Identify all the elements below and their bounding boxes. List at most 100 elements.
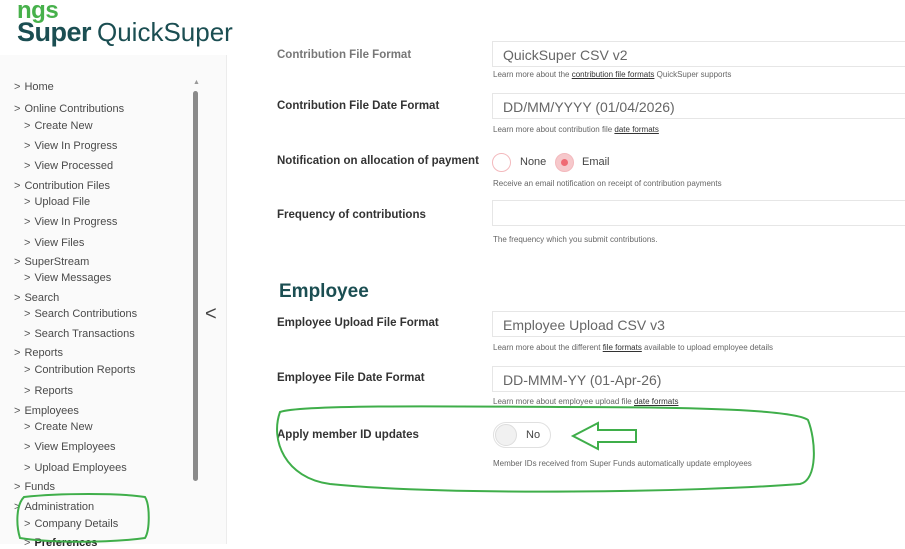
- contribution-file-formats-link[interactable]: contribution file formats: [572, 70, 655, 79]
- sidebar-item-label: Upload File: [34, 196, 91, 208]
- sidebar-item-online-view-processed[interactable]: > View Processed: [24, 160, 113, 172]
- sidebar-item-superstream[interactable]: > SuperStream: [14, 256, 89, 268]
- sidebar-item-employees[interactable]: > Employees: [14, 405, 79, 417]
- scroll-up-icon[interactable]: ▲: [193, 79, 200, 86]
- notification-email-radio[interactable]: [555, 153, 574, 172]
- chevron-right-icon: >: [24, 160, 31, 172]
- chevron-right-icon: >: [24, 237, 31, 249]
- sidebar-item-view-employees[interactable]: > View Employees: [24, 441, 116, 453]
- sidebar-item-upload-employees[interactable]: > Upload Employees: [24, 462, 127, 474]
- sidebar: > Home > Online Contributions > Create New > Vi…: [0, 55, 227, 549]
- chevron-right-icon: >: [14, 347, 21, 359]
- sidebar-item-label: Administration: [24, 501, 95, 513]
- sidebar-item-label: View Employees: [34, 441, 116, 453]
- chevron-right-icon: >: [14, 501, 21, 513]
- sidebar-item-label: Search: [24, 292, 60, 304]
- scrollbar-thumb[interactable]: [193, 91, 198, 481]
- collapse-sidebar-button[interactable]: <: [205, 303, 217, 326]
- chevron-right-icon: >: [24, 140, 31, 152]
- chevron-right-icon: >: [24, 196, 31, 208]
- chevron-right-icon: >: [24, 308, 31, 320]
- employee-file-formats-link[interactable]: file formats: [603, 343, 642, 352]
- contribution-date-format-label: Contribution File Date Format: [277, 100, 440, 112]
- sidebar-item-label: View Files: [34, 237, 85, 249]
- sidebar-item-label: Search Transactions: [34, 328, 135, 340]
- chevron-right-icon: >: [14, 180, 21, 192]
- file-format-help: Learn more about the contribution file f…: [493, 70, 732, 79]
- sidebar-item-view-files[interactable]: > View Files: [24, 237, 84, 249]
- chevron-right-icon: >: [14, 405, 21, 417]
- sidebar-item-label: Preferences: [34, 537, 98, 549]
- sidebar-item-view-messages[interactable]: > View Messages: [24, 272, 111, 284]
- sidebar-item-label: SuperStream: [24, 256, 90, 268]
- sidebar-item-label: Home: [24, 81, 54, 93]
- chevron-right-icon: >: [24, 216, 31, 228]
- contribution-date-help: Learn more about contribution file date …: [493, 125, 659, 134]
- employee-upload-help: Learn more about the different file form…: [493, 343, 774, 352]
- sidebar-item-label: View In Progress: [34, 140, 118, 152]
- chevron-right-icon: >: [24, 272, 31, 284]
- sidebar-item-label: Employees: [24, 405, 79, 417]
- sidebar-item-label: View Processed: [34, 160, 114, 172]
- logo-super[interactable]: Super: [17, 17, 92, 47]
- sidebar-item-administration[interactable]: > Administration: [14, 501, 94, 513]
- chevron-right-icon: >: [24, 518, 31, 530]
- notification-none-label[interactable]: None: [520, 156, 546, 168]
- sidebar-item-employees-create-new[interactable]: > Create New: [24, 421, 93, 433]
- sidebar-item-label: Reports: [24, 347, 63, 359]
- sidebar-item-files-view-in-progress[interactable]: > View In Progress: [24, 216, 117, 228]
- sidebar-item-online-create-new[interactable]: > Create New: [24, 120, 93, 132]
- sidebar-item-label: Search Contributions: [34, 308, 138, 320]
- sidebar-item-funds[interactable]: > Funds: [14, 481, 55, 493]
- chevron-right-icon: >: [14, 81, 21, 93]
- employee-date-formats-link[interactable]: date formats: [634, 397, 678, 406]
- member-id-updates-label: Apply member ID updates: [277, 429, 419, 441]
- sidebar-item-search-transactions[interactable]: > Search Transactions: [24, 328, 135, 340]
- sidebar-item-search[interactable]: > Search: [14, 292, 59, 304]
- employee-upload-format-select[interactable]: Employee Upload CSV v3: [492, 311, 905, 337]
- chevron-right-icon: >: [14, 103, 21, 115]
- contribution-date-format-select[interactable]: DD/MM/YYYY (01/04/2026): [492, 93, 905, 119]
- chevron-right-icon: >: [14, 292, 21, 304]
- app-name: QuickSuper: [97, 17, 233, 47]
- chevron-right-icon: >: [24, 364, 31, 376]
- sidebar-item-online-view-in-progress[interactable]: > View In Progress: [24, 140, 117, 152]
- sidebar-item-home[interactable]: > Home: [14, 81, 54, 93]
- sidebar-item-contribution-reports[interactable]: > Contribution Reports: [24, 364, 135, 376]
- employee-date-help: Learn more about employee upload file da…: [493, 397, 679, 406]
- sidebar-item-company-details[interactable]: > Company Details: [24, 518, 118, 530]
- employee-upload-format-label: Employee Upload File Format: [277, 317, 439, 329]
- chevron-right-icon: >: [24, 120, 31, 132]
- sidebar-item-preferences[interactable]: > Preferences: [24, 537, 97, 549]
- sidebar-item-label: Create New: [34, 120, 93, 132]
- sidebar-item-label: View In Progress: [34, 216, 118, 228]
- frequency-label: Frequency of contributions: [277, 209, 426, 221]
- frequency-help: The frequency which you submit contribut…: [493, 235, 658, 244]
- sidebar-item-label: Upload Employees: [34, 462, 127, 474]
- frequency-select[interactable]: [492, 200, 905, 226]
- chevron-right-icon: >: [24, 421, 31, 433]
- employee-date-format-select[interactable]: DD-MMM-YY (01-Apr-26): [492, 366, 905, 392]
- notification-none-radio[interactable]: [492, 153, 511, 172]
- contribution-file-format-label: Contribution File Format: [277, 49, 412, 61]
- sidebar-item-contribution-files[interactable]: > Contribution Files: [14, 180, 110, 192]
- chevron-right-icon: >: [24, 537, 31, 549]
- sidebar-item-label: Company Details: [34, 518, 119, 530]
- chevron-right-icon: >: [24, 462, 31, 474]
- preferences-panel: Contribution File Format QuickSuper CSV …: [255, 41, 905, 544]
- sidebar-item-online-contributions[interactable]: > Online Contributions: [14, 103, 124, 115]
- sidebar-item-reports-sub[interactable]: > Reports: [24, 385, 73, 397]
- notification-email-label[interactable]: Email: [582, 156, 610, 168]
- chevron-right-icon: >: [14, 481, 21, 493]
- sidebar-item-search-contributions[interactable]: > Search Contributions: [24, 308, 137, 320]
- contribution-date-formats-link[interactable]: date formats: [614, 125, 658, 134]
- member-id-updates-toggle[interactable]: No: [493, 422, 551, 448]
- contribution-file-format-select[interactable]: QuickSuper CSV v2: [492, 41, 905, 67]
- sidebar-item-reports[interactable]: > Reports: [14, 347, 63, 359]
- chevron-right-icon: >: [24, 385, 31, 397]
- notification-help: Receive an email notification on receipt…: [493, 179, 722, 188]
- sidebar-item-label: View Messages: [34, 272, 112, 284]
- sidebar-item-upload-file[interactable]: > Upload File: [24, 196, 90, 208]
- sidebar-item-label: Online Contributions: [24, 103, 125, 115]
- employee-section-title: Employee: [279, 281, 369, 302]
